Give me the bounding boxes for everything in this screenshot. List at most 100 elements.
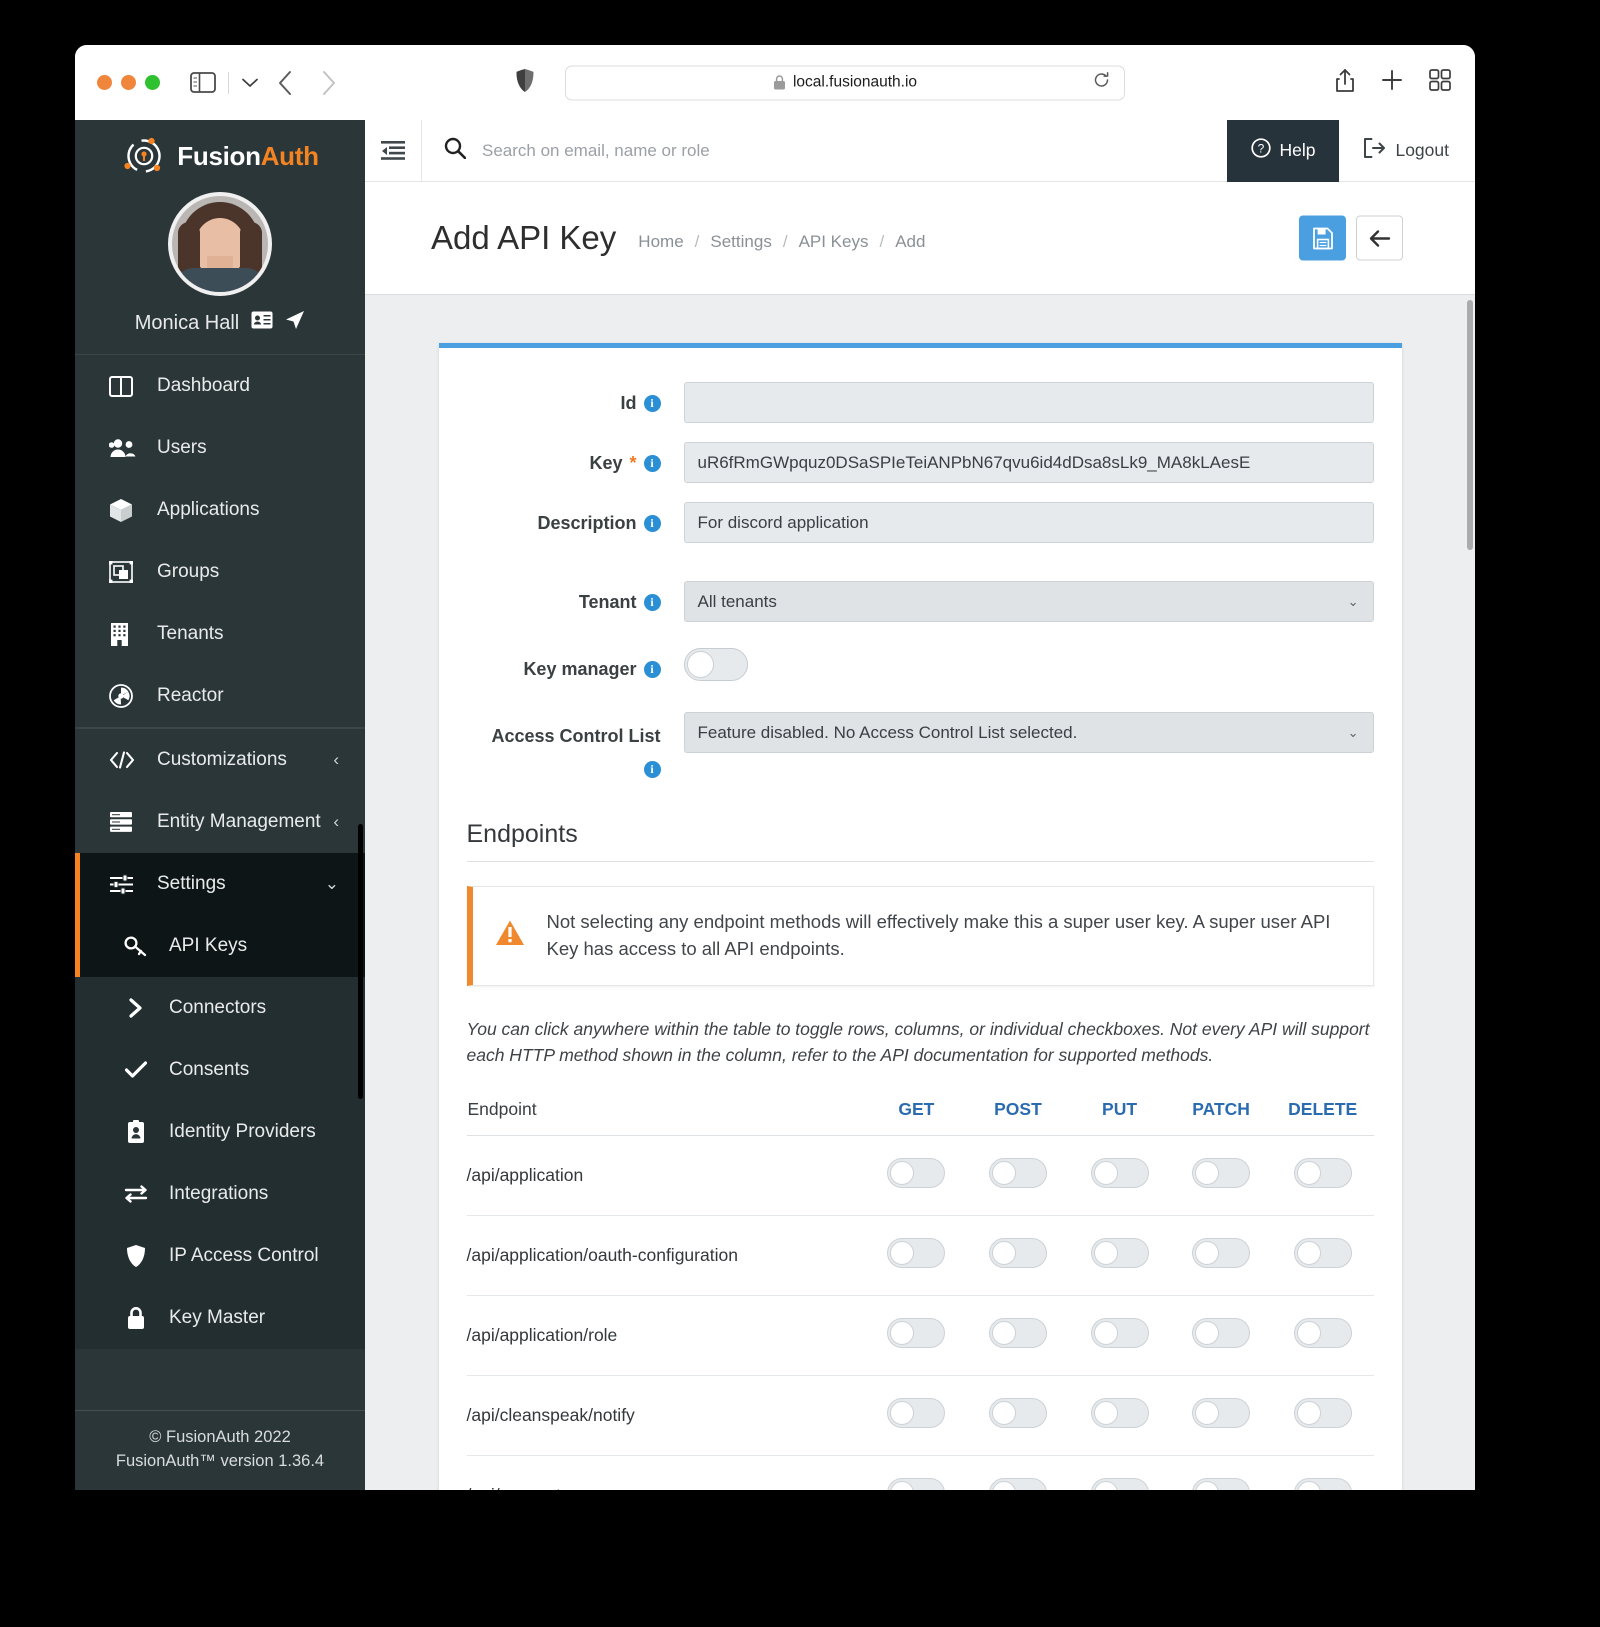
description-field[interactable] xyxy=(683,502,1374,543)
browser-chrome: local.fusionauth.io xyxy=(75,45,1475,120)
toggle-cell-delete[interactable] xyxy=(1271,1215,1374,1297)
table-row[interactable]: /api/cleanspeak/notify xyxy=(466,1375,1374,1457)
chevron-down-icon[interactable] xyxy=(239,72,261,94)
toggle-cell-delete[interactable] xyxy=(1271,1295,1374,1377)
info-icon[interactable]: i xyxy=(643,395,661,412)
toggle-cell-delete[interactable] xyxy=(1271,1375,1374,1457)
key-manager-toggle[interactable] xyxy=(683,648,748,681)
toggle-cell-put[interactable] xyxy=(1068,1295,1171,1377)
column-header-post[interactable]: POST xyxy=(967,1098,1069,1136)
plus-icon[interactable] xyxy=(1381,69,1403,96)
sidebar-item-key-master[interactable]: Key Master xyxy=(75,1287,365,1349)
toggle-cell-get[interactable] xyxy=(865,1135,968,1217)
toggle-cell-put[interactable] xyxy=(1068,1455,1171,1490)
toggle-cell-post[interactable] xyxy=(967,1135,1069,1217)
minimize-window-button[interactable] xyxy=(121,75,136,90)
info-icon[interactable]: i xyxy=(643,455,661,472)
sidebar-icon[interactable] xyxy=(188,71,218,95)
sidebar-item-identity-providers[interactable]: Identity Providers xyxy=(75,1101,365,1163)
toggle-cell-post[interactable] xyxy=(967,1455,1069,1490)
table-row[interactable]: /api/application/role xyxy=(466,1295,1374,1377)
sidebar-item-ip-access-control[interactable]: IP Access Control xyxy=(75,1225,365,1287)
info-icon[interactable]: i xyxy=(643,515,661,532)
chevron-down-icon: ⌄ xyxy=(1347,724,1359,740)
id-field[interactable] xyxy=(683,382,1374,423)
column-header-get[interactable]: GET xyxy=(866,1098,968,1136)
breadcrumb-item-api-keys[interactable]: API Keys xyxy=(799,232,869,252)
sidebar-item-dashboard[interactable]: Dashboard xyxy=(75,355,365,417)
avatar[interactable] xyxy=(168,192,272,296)
toggle-cell-get[interactable] xyxy=(865,1455,968,1490)
grid-icon[interactable] xyxy=(1429,69,1451,96)
toggle-cell-put[interactable] xyxy=(1068,1375,1171,1457)
breadcrumb-item-add[interactable]: Add xyxy=(895,232,925,252)
toggle-cell-patch[interactable] xyxy=(1170,1215,1272,1297)
toggle-cell-put[interactable] xyxy=(1068,1135,1171,1217)
toggle-cell-delete[interactable] xyxy=(1271,1455,1374,1490)
browser-back-button[interactable] xyxy=(277,70,293,96)
toggle-cell-get[interactable] xyxy=(865,1375,968,1457)
collapse-sidebar-icon[interactable] xyxy=(365,140,421,161)
reload-icon[interactable] xyxy=(1093,71,1110,94)
column-header-delete[interactable]: DELETE xyxy=(1272,1098,1374,1136)
browser-forward-button[interactable] xyxy=(321,70,337,96)
toggle-cell-patch[interactable] xyxy=(1170,1375,1272,1457)
column-header-put[interactable]: PUT xyxy=(1069,1098,1171,1136)
sidebar-item-settings[interactable]: Settings ⌄ xyxy=(75,853,365,915)
close-window-button[interactable] xyxy=(97,75,112,90)
toggle-cell-post[interactable] xyxy=(967,1215,1069,1297)
toggle-cell-put[interactable] xyxy=(1068,1215,1171,1297)
location-arrow-icon[interactable] xyxy=(285,310,305,336)
table-row[interactable]: /api/application/oauth-configuration xyxy=(466,1215,1374,1297)
breadcrumb-item-settings[interactable]: Settings xyxy=(710,232,771,252)
table-row[interactable]: /api/application xyxy=(466,1135,1374,1217)
lock-icon xyxy=(121,1306,151,1330)
sidebar-item-groups[interactable]: Groups xyxy=(75,541,365,603)
url-bar[interactable]: local.fusionauth.io xyxy=(565,65,1125,100)
id-label-text: Id xyxy=(620,393,637,413)
toggle-cell-get[interactable] xyxy=(865,1295,968,1377)
page-scrollbar[interactable] xyxy=(1467,300,1473,550)
breadcrumb-item-home[interactable]: Home xyxy=(638,232,683,252)
sidebar-item-connectors[interactable]: Connectors xyxy=(75,977,365,1039)
info-icon[interactable]: i xyxy=(643,594,661,611)
toggle-cell-post[interactable] xyxy=(967,1295,1069,1377)
shield-icon[interactable] xyxy=(515,68,535,98)
column-header-patch[interactable]: PATCH xyxy=(1170,1098,1272,1136)
method-toggle xyxy=(1090,1318,1149,1349)
table-row[interactable]: /api/connector xyxy=(466,1455,1374,1490)
id-card-icon[interactable] xyxy=(251,311,273,335)
info-icon[interactable]: i xyxy=(643,760,661,778)
toggle-cell-patch[interactable] xyxy=(1170,1455,1272,1490)
sidebar-item-customizations[interactable]: Customizations ‹ xyxy=(75,729,365,791)
sidebar-item-reactor[interactable]: Reactor xyxy=(75,665,365,727)
tenant-select[interactable]: All tenants ⌄ xyxy=(683,581,1374,622)
acl-select[interactable]: Feature disabled. No Access Control List… xyxy=(683,712,1374,753)
sidebar-item-integrations[interactable]: Integrations xyxy=(75,1163,365,1225)
brand-logo[interactable]: FusionAuth xyxy=(75,120,365,192)
toggle-cell-patch[interactable] xyxy=(1170,1295,1272,1377)
back-button[interactable] xyxy=(1356,215,1403,261)
brand-first: Fusion xyxy=(177,140,261,171)
key-field[interactable] xyxy=(683,442,1374,483)
sidebar-item-applications[interactable]: Applications xyxy=(75,479,365,541)
search-input[interactable] xyxy=(480,139,900,162)
toggle-cell-post[interactable] xyxy=(967,1375,1069,1457)
toggle-cell-patch[interactable] xyxy=(1170,1135,1272,1217)
maximize-window-button[interactable] xyxy=(145,75,160,90)
share-icon[interactable] xyxy=(1335,68,1355,98)
svg-text:?: ? xyxy=(1258,142,1265,156)
info-icon[interactable]: i xyxy=(643,661,661,678)
sidebar-scrollbar[interactable] xyxy=(358,824,363,1099)
help-button[interactable]: ? Help xyxy=(1227,119,1340,182)
sidebar-item-entity-management[interactable]: Entity Management ‹ xyxy=(75,791,365,853)
method-toggle xyxy=(1293,1318,1352,1349)
sidebar-item-api-keys[interactable]: API Keys xyxy=(75,915,365,977)
logout-button[interactable]: Logout xyxy=(1339,120,1475,182)
save-button[interactable] xyxy=(1299,215,1346,261)
sidebar-item-users[interactable]: Users xyxy=(75,417,365,479)
toggle-cell-get[interactable] xyxy=(865,1215,968,1297)
sidebar-item-tenants[interactable]: Tenants xyxy=(75,603,365,665)
sidebar-item-consents[interactable]: Consents xyxy=(75,1039,365,1101)
toggle-cell-delete[interactable] xyxy=(1271,1135,1374,1217)
